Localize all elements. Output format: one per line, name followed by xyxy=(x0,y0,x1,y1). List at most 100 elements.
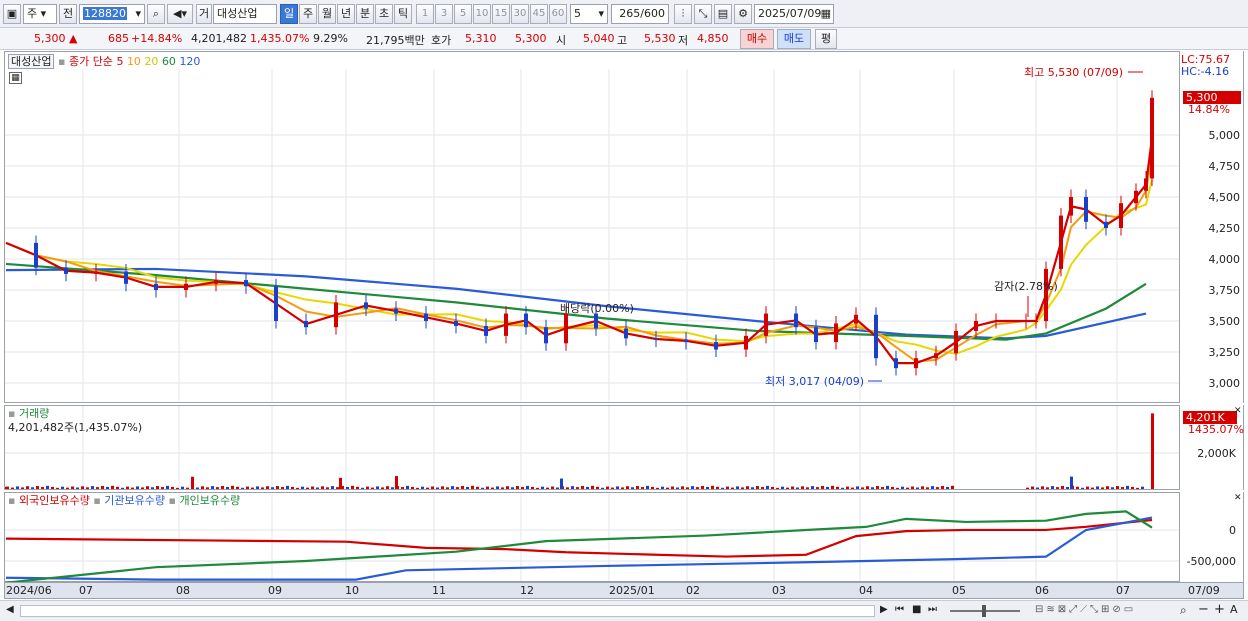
volume-bar xyxy=(671,486,674,489)
scroll-track[interactable] xyxy=(20,605,875,617)
volume-bar xyxy=(21,487,24,489)
volume-bar xyxy=(936,487,939,489)
candle-body xyxy=(1104,221,1108,228)
price-tick-label: 4,000 xyxy=(1209,253,1241,266)
market-select[interactable]: 주 ▾ xyxy=(23,4,57,24)
volume-bar xyxy=(301,486,304,489)
open-price: 5,040 xyxy=(583,32,615,45)
volume-bar xyxy=(656,487,659,489)
save-icon[interactable]: ▤ xyxy=(714,4,732,24)
interval-input[interactable]: 5 ▾ xyxy=(570,4,608,24)
x-axis-label: 02 xyxy=(686,584,700,597)
count-field[interactable]: 265/600 xyxy=(611,4,669,24)
period-second-tab[interactable]: 초 xyxy=(375,4,393,24)
search-icon[interactable]: ⌕ xyxy=(147,4,165,24)
volume-bar xyxy=(746,486,749,489)
candle-body xyxy=(1084,197,1088,222)
sell-button[interactable]: 매도 xyxy=(777,29,811,49)
font-size-icon[interactable]: A xyxy=(1230,603,1238,616)
volume-bar xyxy=(81,486,84,489)
volume-bar xyxy=(516,486,519,489)
volume-bar xyxy=(806,487,809,489)
volume-bar xyxy=(791,486,794,489)
volume-bar xyxy=(1116,486,1119,489)
volume-bar xyxy=(121,487,124,489)
candle-body xyxy=(654,338,658,340)
calendar-icon[interactable]: ▦ xyxy=(821,5,831,23)
x-axis-label: 2024/06 xyxy=(6,584,52,597)
candle-body xyxy=(744,335,748,350)
volume-bar xyxy=(356,486,359,489)
price-tick-label: 3,000 xyxy=(1209,377,1241,390)
interval-5-button[interactable]: 5 xyxy=(454,4,472,24)
date-input[interactable]: 2025/07/09 ▦ xyxy=(754,4,834,24)
period-year-tab[interactable]: 년 xyxy=(337,4,355,24)
zoom-in-icon[interactable]: + xyxy=(1214,602,1225,617)
stop-icon[interactable]: ■ xyxy=(912,604,921,615)
eval-button[interactable]: 평 xyxy=(815,29,837,49)
zoom-slider-handle[interactable] xyxy=(982,605,986,617)
chevron-down-icon[interactable]: ▾ xyxy=(598,5,604,23)
interval-60-button[interactable]: 60 xyxy=(549,4,567,24)
volume-bar xyxy=(566,487,569,489)
stock-code-input[interactable]: 128820 ▾ xyxy=(79,4,145,24)
volume-bar xyxy=(366,486,369,489)
period-tick-tab[interactable]: 틱 xyxy=(394,4,412,24)
chevron-down-icon[interactable]: ▾ xyxy=(135,5,141,23)
interval-3-button[interactable]: 3 xyxy=(435,4,453,24)
volume-bar xyxy=(56,487,59,489)
scroll-right-icon[interactable]: ▶ xyxy=(880,604,888,615)
magnifier-icon[interactable]: ⌕ xyxy=(1180,603,1187,618)
volume-bar xyxy=(941,485,944,489)
volume-spike-bar xyxy=(1070,476,1073,489)
volume-bar xyxy=(686,487,689,489)
x-axis-right-label: 07/09 xyxy=(1188,584,1220,597)
layout-icon[interactable]: ▣ xyxy=(3,4,21,24)
candle-body xyxy=(1134,190,1138,204)
volume-bar xyxy=(771,486,774,489)
volume-bar xyxy=(136,486,139,489)
price-change: 685 xyxy=(108,32,129,45)
first-page-icon[interactable]: ⏮ xyxy=(895,604,904,615)
price-change-pct: +14.84% xyxy=(131,32,183,45)
candle-icon[interactable]: ⫶ xyxy=(674,4,692,24)
scroll-left-icon[interactable]: ◀ xyxy=(6,604,14,615)
period-week-tab[interactable]: 주 xyxy=(299,4,317,24)
volume-bar xyxy=(216,487,219,489)
period-minute-tab[interactable]: 분 xyxy=(356,4,374,24)
interval-10-button[interactable]: 10 xyxy=(473,4,491,24)
gear-icon[interactable]: ⚙ xyxy=(734,4,752,24)
volume-bar xyxy=(431,486,434,489)
price-tick-label: 4,500 xyxy=(1209,191,1241,204)
interval-45-button[interactable]: 45 xyxy=(530,4,548,24)
speaker-icon[interactable]: ◀▾ xyxy=(167,4,193,24)
zoom-out-icon[interactable]: − xyxy=(1198,602,1209,617)
volume-bar xyxy=(51,486,54,489)
interval-30-button[interactable]: 30 xyxy=(511,4,529,24)
volume-bar xyxy=(326,487,329,489)
candle-body xyxy=(214,280,218,284)
period-month-tab[interactable]: 월 xyxy=(318,4,336,24)
candle-body xyxy=(184,283,188,290)
volume-bar xyxy=(1096,486,1099,489)
draw-line-icon[interactable]: ⤡ xyxy=(694,4,712,24)
last-page-icon[interactable]: ⏭ xyxy=(928,604,937,615)
volume-bar xyxy=(501,487,504,489)
buy-button[interactable]: 매수 xyxy=(740,29,774,49)
volume-bar xyxy=(716,486,719,489)
interval-15-button[interactable]: 15 xyxy=(492,4,510,24)
volume-bar xyxy=(1141,486,1144,489)
volume-bar xyxy=(576,487,579,489)
chart-tool-icons[interactable]: ⊟≋⊠⤢⟋⤡⊞⊘▭ xyxy=(1035,604,1136,615)
period-day-tab[interactable]: 일 xyxy=(280,4,298,24)
volume-bar xyxy=(731,487,734,489)
trade-label[interactable]: 거 xyxy=(196,4,212,24)
price-tick-label: 4,250 xyxy=(1209,222,1241,235)
volume-bar xyxy=(1036,487,1039,489)
volume-bar xyxy=(466,486,469,489)
volume-bar xyxy=(661,486,664,489)
volume-bar xyxy=(1026,487,1029,489)
prefix-button[interactable]: 전 xyxy=(59,4,77,24)
interval-1-button[interactable]: 1 xyxy=(416,4,434,24)
volume-bar xyxy=(776,487,779,489)
